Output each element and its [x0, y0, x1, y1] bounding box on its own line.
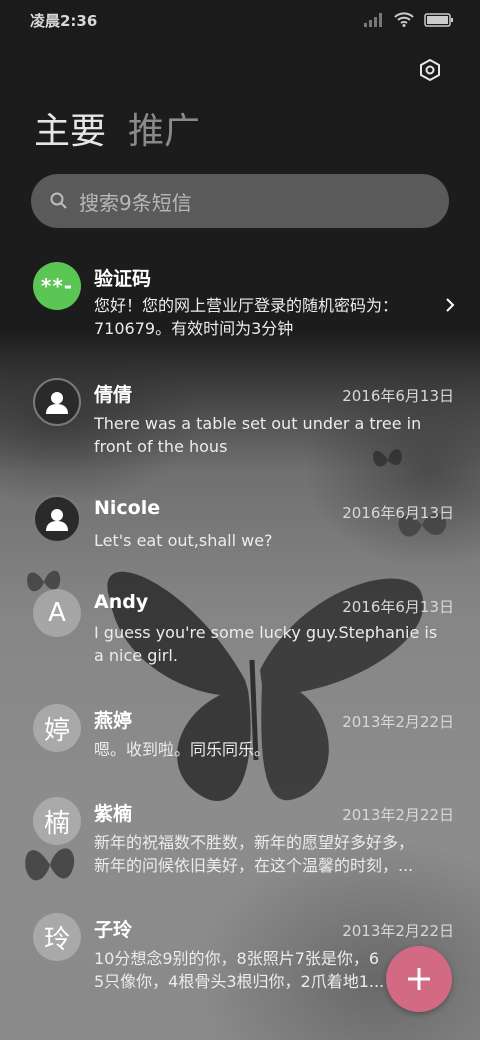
tab-promotions[interactable]: 推广 — [128, 110, 200, 154]
avatar: 玲 — [33, 913, 81, 961]
message-date: 2016年6月13日 — [342, 387, 454, 405]
message-preview: 新年的祝福数不胜数，新年的愿望好多好多， 新年的问候依旧美好，在这个温馨的时刻，… — [94, 833, 415, 875]
message-date: 2016年6月13日 — [342, 504, 454, 522]
avatar: A — [33, 589, 81, 637]
signal-icon — [364, 12, 382, 27]
message-date: 2016年6月13日 — [342, 598, 454, 616]
message-item[interactable]: 倩倩 2016年6月13日 There was a table set out … — [0, 378, 480, 478]
message-item[interactable]: 婷 燕婷 2013年2月22日 嗯。收到啦。同乐同乐。 — [0, 704, 480, 784]
message-date: 2013年2月22日 — [342, 806, 454, 824]
avatar: 楠 — [33, 797, 81, 845]
message-preview: There was a table set out under a tree i… — [94, 414, 422, 456]
message-preview: Let's eat out,shall we? — [94, 531, 273, 550]
tab-bar: 主要 推广 — [34, 110, 200, 154]
message-item[interactable]: 楠 紫楠 2013年2月22日 新年的祝福数不胜数，新年的愿望好多好多， 新年的… — [0, 797, 480, 897]
avatar — [33, 378, 81, 426]
chevron-right-icon[interactable] — [442, 297, 458, 313]
message-date: 2013年2月22日 — [342, 713, 454, 731]
sender-name: 验证码 — [94, 268, 152, 290]
sender-name: 倩倩 — [94, 384, 133, 406]
person-icon — [46, 509, 68, 531]
sender-name: Andy — [94, 591, 149, 613]
search-placeholder: 搜索9条短信 — [79, 190, 192, 215]
search-icon — [49, 191, 69, 211]
message-item[interactable]: Nicole 2016年6月13日 Let's eat out,shall we… — [0, 495, 480, 575]
message-item-verification[interactable]: **- 验证码 您好！您的网上营业厅登录的随机密码为： 710679。有效时间为… — [0, 258, 480, 358]
search-input[interactable]: 搜索9条短信 — [31, 174, 449, 228]
message-preview: 嗯。收到啦。同乐同乐。 — [94, 740, 271, 759]
message-date: 2013年2月22日 — [342, 922, 454, 940]
message-item[interactable]: A Andy 2016年6月13日 I guess you're some lu… — [0, 589, 480, 689]
tab-primary[interactable]: 主要 — [34, 110, 106, 154]
status-time: 凌晨2:36 — [30, 12, 98, 30]
settings-hexagon-icon — [420, 58, 440, 82]
avatar: 婷 — [33, 704, 81, 752]
avatar: **- — [33, 262, 81, 310]
status-bar: 凌晨2:36 — [0, 0, 480, 40]
compose-button[interactable] — [386, 946, 452, 1012]
status-icons — [364, 12, 454, 27]
person-icon — [46, 392, 68, 414]
battery-icon — [424, 12, 453, 27]
avatar — [33, 495, 81, 543]
sender-name: 子玲 — [94, 919, 133, 941]
settings-button[interactable] — [414, 54, 446, 86]
message-preview: I guess you're some lucky guy.Stephanie … — [94, 623, 438, 665]
sender-name: 燕婷 — [94, 710, 133, 732]
plus-icon — [408, 968, 430, 990]
message-preview: 您好！您的网上营业厅登录的随机密码为： 710679。有效时间为3分钟 — [94, 296, 399, 338]
wifi-icon — [394, 12, 414, 27]
sender-name: 紫楠 — [94, 803, 133, 825]
sender-name: Nicole — [94, 497, 161, 519]
